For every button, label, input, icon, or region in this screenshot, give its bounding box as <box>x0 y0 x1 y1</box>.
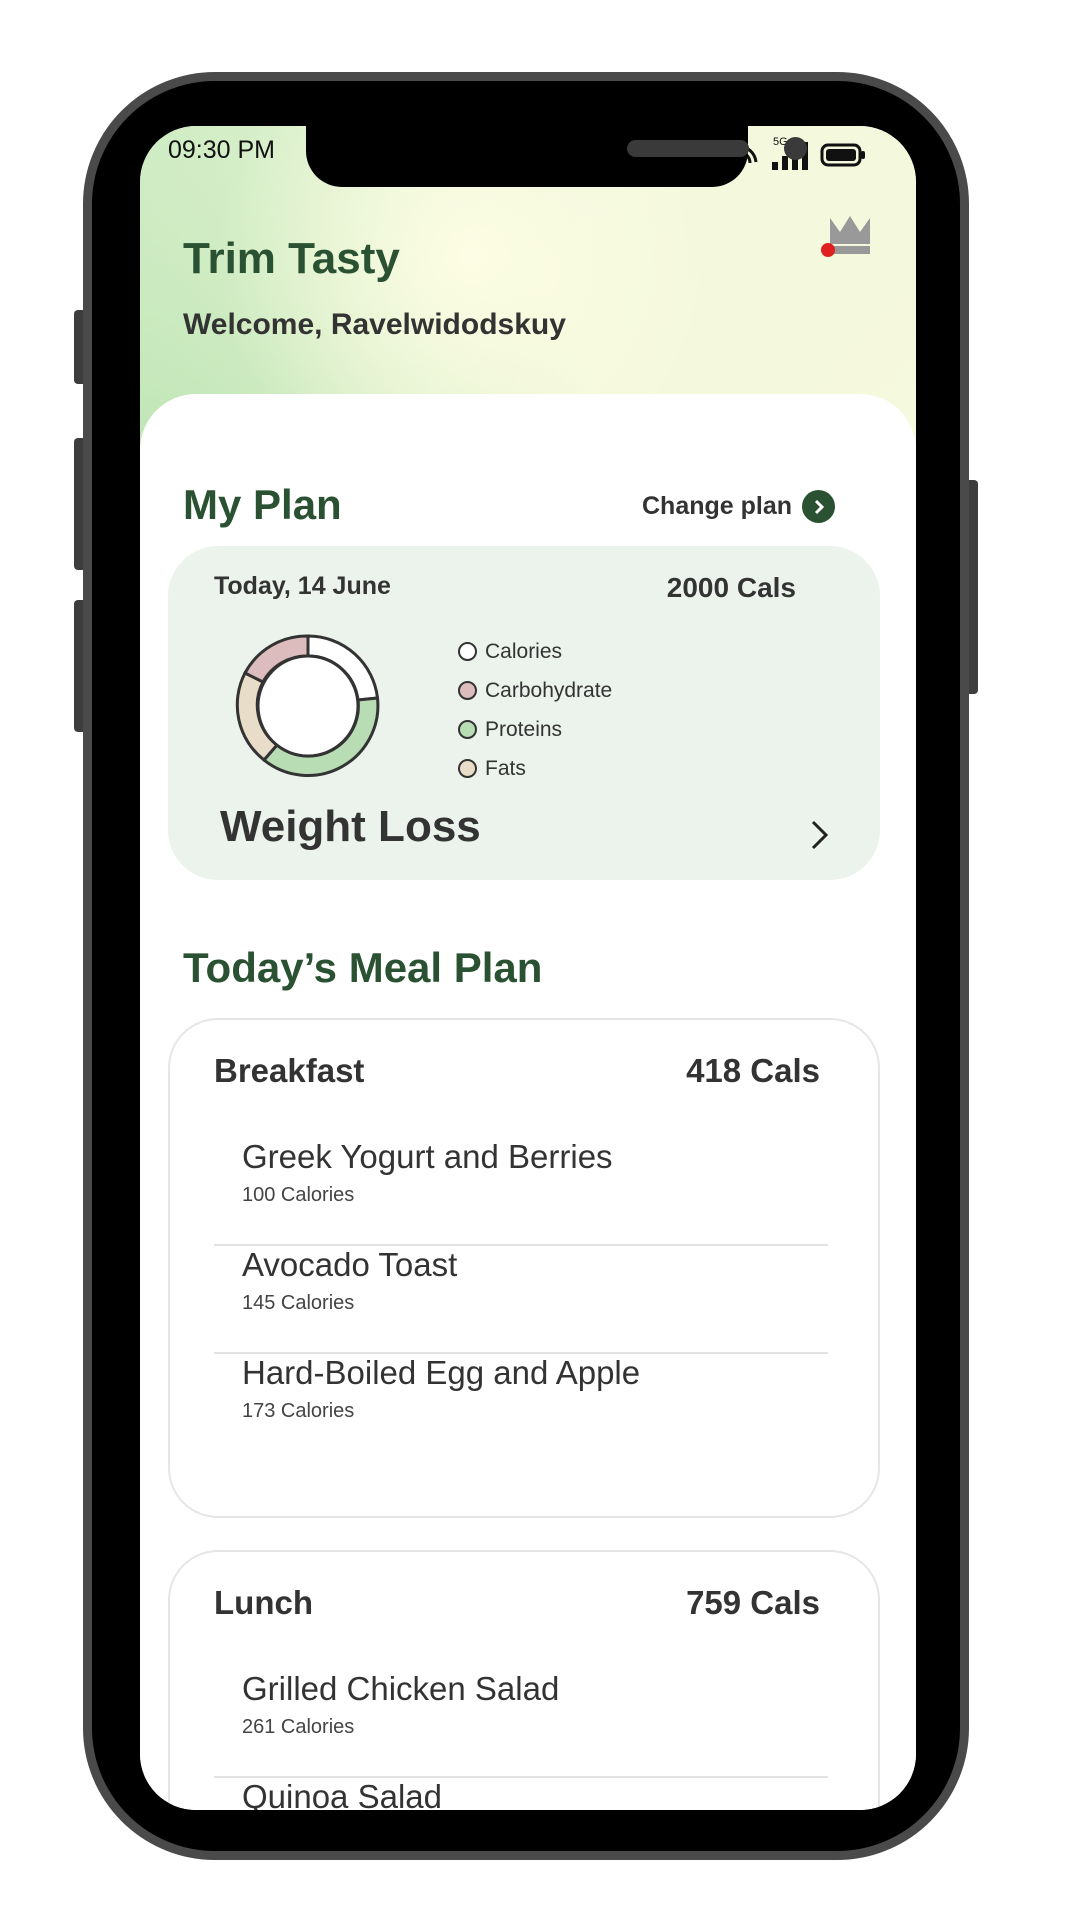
plan-total-cals: 2000 Cals <box>666 572 796 603</box>
meal-item[interactable]: Hard-Boiled Egg and Apple 173 Calories <box>214 1354 828 1462</box>
meal-card-breakfast[interactable]: Breakfast 418 Cals Greek Yogurt and Berr… <box>168 1018 880 1518</box>
meal-item-name: Quinoa Salad <box>242 1778 442 1810</box>
plan-date: Today, 14 June <box>214 572 391 600</box>
notch <box>306 126 807 187</box>
chevron-right-circle-icon <box>802 490 836 523</box>
speaker-grille <box>627 140 749 157</box>
status-icons: 5G <box>736 132 896 172</box>
meal-item[interactable]: Grilled Chicken Salad 261 Calories <box>214 1670 828 1778</box>
legend-item: Proteins <box>458 710 612 749</box>
legend-label: Fats <box>485 756 526 780</box>
meal-name: Lunch <box>214 1584 313 1621</box>
meal-item-calories: 145 Calories <box>242 1292 355 1314</box>
status-time: 09:30 PM <box>168 136 276 164</box>
notification-dot <box>821 243 835 257</box>
meal-name: Breakfast <box>214 1052 365 1089</box>
meal-item-calories: 173 Calories <box>242 1400 355 1422</box>
battery-icon <box>820 143 865 167</box>
change-plan-label: Change plan <box>642 492 793 520</box>
meal-item-name: Greek Yogurt and Berries <box>242 1138 613 1175</box>
welcome-text: Welcome, Ravelwidodskuy <box>183 308 566 341</box>
legend-label: Proteins <box>485 717 563 741</box>
front-camera <box>784 137 807 160</box>
meal-item-name: Hard-Boiled Egg and Apple <box>242 1354 641 1391</box>
legend-dot-proteins <box>458 720 477 739</box>
legend-item: Fats <box>458 749 612 788</box>
legend-dot-carbohydrate <box>458 681 477 700</box>
legend-dot-fats <box>458 759 477 778</box>
crown-icon[interactable] <box>818 208 882 264</box>
meal-plan-title: Today’s Meal Plan <box>183 944 543 991</box>
app-screen: 09:30 PM 5G Trim Tasty Welcome, Ravelwid… <box>140 126 916 1810</box>
legend-label: Carbohydrate <box>485 678 613 702</box>
meal-item[interactable]: Quinoa Salad <box>214 1778 828 1810</box>
meal-item[interactable]: Avocado Toast 145 Calories <box>214 1246 828 1354</box>
plan-card[interactable]: Today, 14 June 2000 Cals Calories Carboh… <box>168 546 880 880</box>
meal-item-name: Grilled Chicken Salad <box>242 1670 560 1707</box>
legend-label: Calories <box>485 639 563 663</box>
meal-card-lunch[interactable]: Lunch 759 Cals Grilled Chicken Salad 261… <box>168 1550 880 1810</box>
plan-name: Weight Loss <box>220 802 481 851</box>
meal-cals: 418 Cals <box>686 1052 820 1089</box>
my-plan-title: My Plan <box>183 481 342 528</box>
app-title: Trim Tasty <box>183 234 400 283</box>
meal-item[interactable]: Greek Yogurt and Berries 100 Calories <box>214 1138 828 1246</box>
chevron-right-icon[interactable] <box>808 818 832 852</box>
meal-item-calories: 100 Calories <box>242 1184 355 1206</box>
legend-dot-calories <box>458 642 477 661</box>
meal-item-name: Avocado Toast <box>242 1246 458 1283</box>
macro-donut-chart <box>235 634 380 777</box>
legend-item: Calories <box>458 632 612 671</box>
meal-item-calories: 261 Calories <box>242 1716 355 1738</box>
meal-cals: 759 Cals <box>686 1584 820 1621</box>
legend-item: Carbohydrate <box>458 671 612 710</box>
macro-legend: Calories Carbohydrate Proteins Fats <box>458 632 612 788</box>
change-plan-button[interactable]: Change plan <box>642 490 836 523</box>
